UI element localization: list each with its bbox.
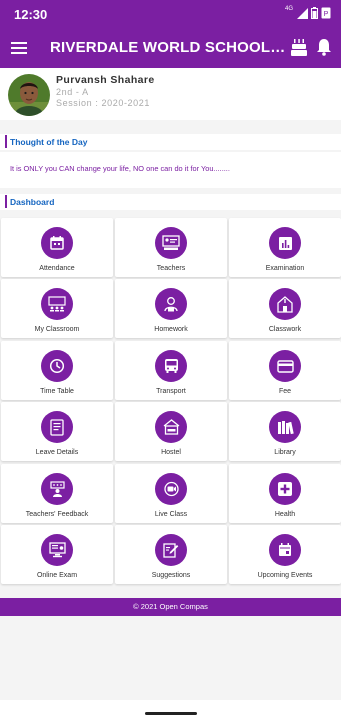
tile-health[interactable]: Health [229,464,341,523]
tile-label: Homework [154,326,188,333]
notification-badge-icon: P [321,7,331,19]
tile-label: Fee [278,388,292,395]
network-type: 4G [284,6,293,12]
tile-homework[interactable]: Homework [115,279,227,338]
tile-label: Examination [265,265,305,272]
tile-label: Live Class [154,511,188,518]
student-session: Session : 2020-2021 [56,98,150,108]
tile-label: Time Table [40,388,74,395]
home-gesture-handle[interactable] [145,712,197,715]
status-bar: 12:30 4G P [0,0,341,28]
dashboard-heading: Dashboard [0,194,341,210]
school-building-icon [269,288,301,320]
document-icon [41,411,73,443]
tile-label: Health [274,511,296,518]
app-bar: RIVERDALE WORLD SCHOOL, GO... [0,28,341,68]
classroom-icon [41,288,73,320]
tile-label: Hostel [161,449,181,456]
tile-label: Suggestions [151,572,191,579]
avatar[interactable] [8,74,50,116]
footer: © 2021 Open Compas [0,598,341,616]
teacher-board-icon [155,227,187,259]
tile-fee[interactable]: Fee [229,341,341,400]
edit-note-icon [155,534,187,566]
tile-label: Leave Details [35,449,79,456]
bar-chart-icon [269,227,301,259]
svg-text:P: P [324,11,329,18]
student-reading-icon [155,288,187,320]
tile-leave-details[interactable]: Leave Details [1,402,113,461]
bus-icon [155,350,187,382]
student-name: Purvansh Shahare [56,74,155,86]
tile-label: My Classroom [34,326,80,333]
battery-icon [311,7,318,19]
tile-transport[interactable]: Transport [115,341,227,400]
tile-hostel[interactable]: Hostel [115,402,227,461]
books-icon [269,411,301,443]
tile-label: Attendance [39,265,75,272]
tile-label: Online Exam [36,572,78,579]
birthday-cake-icon[interactable] [290,37,308,57]
dashboard-heading-bar [5,195,7,208]
tile-my-classroom[interactable]: My Classroom [1,279,113,338]
thought-card: It is ONLY you CAN change your life, NO … [0,152,341,188]
signal-icon [297,7,308,19]
status-time: 12:30 [14,7,48,22]
event-calendar-icon [269,534,301,566]
tile-label: Teachers [156,265,186,272]
thought-heading: Thought of the Day [0,134,341,150]
menu-icon[interactable] [10,39,28,57]
tile-label: Transport [156,388,186,395]
tile-label: Upcoming Events [257,572,313,579]
tile-time-table[interactable]: Time Table [1,341,113,400]
tile-label: Library [274,449,296,456]
tile-label: Classwork [268,326,302,333]
system-icons: 4G P [284,6,331,19]
thought-heading-bar [5,135,7,148]
dashboard-heading-label: Dashboard [10,197,55,207]
gesture-bar [0,700,341,720]
tile-teachers-feedback[interactable]: Teachers' Feedback [1,464,113,523]
clock-icon [41,350,73,382]
thought-text: It is ONLY you CAN change your life, NO … [10,164,230,173]
tile-teachers[interactable]: Teachers [115,218,227,277]
video-chat-icon [155,473,187,505]
hostel-icon [155,411,187,443]
tile-examination[interactable]: Examination [229,218,341,277]
feedback-icon [41,473,73,505]
tile-label: Teachers' Feedback [25,511,89,518]
thought-heading-label: Thought of the Day [10,137,88,147]
tile-upcoming-events[interactable]: Upcoming Events [229,525,341,584]
tile-live-class[interactable]: Live Class [115,464,227,523]
tile-attendance[interactable]: Attendance [1,218,113,277]
student-class: 2nd - A [56,87,89,97]
tile-classwork[interactable]: Classwork [229,279,341,338]
credit-card-icon [269,350,301,382]
notification-bell-icon[interactable] [316,38,332,56]
computer-exam-icon [41,534,73,566]
tile-library[interactable]: Library [229,402,341,461]
tile-online-exam[interactable]: Online Exam [1,525,113,584]
profile-card[interactable]: Purvansh Shahare 2nd - A Session : 2020-… [0,68,341,120]
calendar-icon [41,227,73,259]
tile-suggestions[interactable]: Suggestions [115,525,227,584]
medical-kit-icon [269,473,301,505]
school-title: RIVERDALE WORLD SCHOOL, GO... [50,39,286,56]
